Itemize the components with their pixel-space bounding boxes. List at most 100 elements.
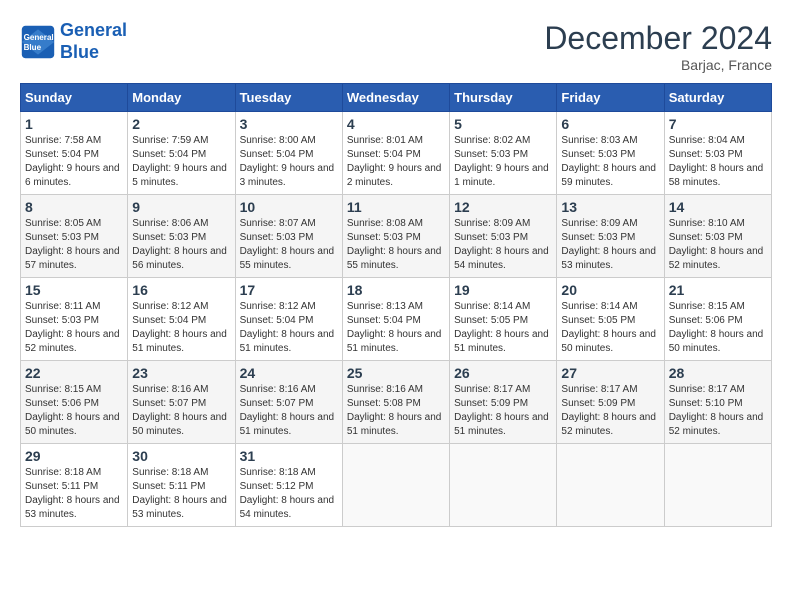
day-number: 11	[347, 199, 445, 215]
calendar-cell: 1 Sunrise: 7:58 AMSunset: 5:04 PMDaylight…	[21, 112, 128, 195]
day-info: Sunrise: 8:15 AMSunset: 5:06 PMDaylight:…	[25, 383, 123, 439]
logo: General Blue General Blue	[20, 20, 127, 63]
calendar-week-row: 15 Sunrise: 8:11 AMSunset: 5:03 PMDayligh…	[21, 278, 772, 361]
day-info: Sunrise: 8:13 AMSunset: 5:04 PMDaylight:…	[347, 300, 445, 356]
calendar-cell: 28 Sunrise: 8:17 AMSunset: 5:10 PMDayligh…	[664, 361, 771, 444]
calendar-cell: 27 Sunrise: 8:17 AMSunset: 5:09 PMDayligh…	[557, 361, 664, 444]
day-number: 12	[454, 199, 552, 215]
calendar-cell: 26 Sunrise: 8:17 AMSunset: 5:09 PMDayligh…	[450, 361, 557, 444]
calendar-cell: 17 Sunrise: 8:12 AMSunset: 5:04 PMDayligh…	[235, 278, 342, 361]
calendar-cell: 13 Sunrise: 8:09 AMSunset: 5:03 PMDayligh…	[557, 195, 664, 278]
weekday-header-row: SundayMondayTuesdayWednesdayThursdayFrid…	[21, 84, 772, 112]
day-info: Sunrise: 8:09 AMSunset: 5:03 PMDaylight:…	[561, 217, 659, 273]
day-number: 25	[347, 365, 445, 381]
day-info: Sunrise: 8:06 AMSunset: 5:03 PMDaylight:…	[132, 217, 230, 273]
weekday-header-friday: Friday	[557, 84, 664, 112]
day-info: Sunrise: 8:16 AMSunset: 5:07 PMDaylight:…	[132, 383, 230, 439]
calendar-cell	[450, 444, 557, 527]
calendar-cell: 16 Sunrise: 8:12 AMSunset: 5:04 PMDayligh…	[128, 278, 235, 361]
day-number: 28	[669, 365, 767, 381]
day-info: Sunrise: 8:01 AMSunset: 5:04 PMDaylight:…	[347, 134, 445, 190]
day-info: Sunrise: 8:04 AMSunset: 5:03 PMDaylight:…	[669, 134, 767, 190]
calendar-cell	[342, 444, 449, 527]
calendar-table: SundayMondayTuesdayWednesdayThursdayFrid…	[20, 83, 772, 527]
weekday-header-thursday: Thursday	[450, 84, 557, 112]
day-number: 29	[25, 448, 123, 464]
day-info: Sunrise: 8:18 AMSunset: 5:11 PMDaylight:…	[132, 466, 230, 522]
calendar-cell: 20 Sunrise: 8:14 AMSunset: 5:05 PMDayligh…	[557, 278, 664, 361]
weekday-header-sunday: Sunday	[21, 84, 128, 112]
day-number: 13	[561, 199, 659, 215]
day-number: 3	[240, 116, 338, 132]
calendar-cell: 14 Sunrise: 8:10 AMSunset: 5:03 PMDayligh…	[664, 195, 771, 278]
day-info: Sunrise: 8:10 AMSunset: 5:03 PMDaylight:…	[669, 217, 767, 273]
day-number: 7	[669, 116, 767, 132]
calendar-cell: 9 Sunrise: 8:06 AMSunset: 5:03 PMDaylight…	[128, 195, 235, 278]
month-title: December 2024	[544, 20, 772, 57]
day-info: Sunrise: 8:16 AMSunset: 5:08 PMDaylight:…	[347, 383, 445, 439]
weekday-header-monday: Monday	[128, 84, 235, 112]
calendar-week-row: 22Sunrise: 8:15 AMSunset: 5:06 PMDayligh…	[21, 361, 772, 444]
day-info: Sunrise: 8:07 AMSunset: 5:03 PMDaylight:…	[240, 217, 338, 273]
day-number: 31	[240, 448, 338, 464]
calendar-cell: 15 Sunrise: 8:11 AMSunset: 5:03 PMDayligh…	[21, 278, 128, 361]
day-info: Sunrise: 8:00 AMSunset: 5:04 PMDaylight:…	[240, 134, 338, 190]
day-info: Sunrise: 8:17 AMSunset: 5:09 PMDaylight:…	[454, 383, 552, 439]
day-number: 23	[132, 365, 230, 381]
day-info: Sunrise: 7:59 AMSunset: 5:04 PMDaylight:…	[132, 134, 230, 190]
svg-text:Blue: Blue	[24, 43, 42, 52]
calendar-cell: 5Sunrise: 8:02 AMSunset: 5:03 PMDaylight…	[450, 112, 557, 195]
day-info: Sunrise: 8:14 AMSunset: 5:05 PMDaylight:…	[561, 300, 659, 356]
day-number: 21	[669, 282, 767, 298]
day-number: 20	[561, 282, 659, 298]
day-number: 1	[25, 116, 123, 132]
calendar-cell: 21 Sunrise: 8:15 AMSunset: 5:06 PMDayligh…	[664, 278, 771, 361]
day-info: Sunrise: 8:05 AMSunset: 5:03 PMDaylight:…	[25, 217, 123, 273]
calendar-cell: 31 Sunrise: 8:18 AMSunset: 5:12 PMDayligh…	[235, 444, 342, 527]
day-number: 24	[240, 365, 338, 381]
day-number: 15	[25, 282, 123, 298]
day-info: Sunrise: 8:03 AMSunset: 5:03 PMDaylight:…	[561, 134, 659, 190]
day-number: 16	[132, 282, 230, 298]
calendar-cell: 11Sunrise: 8:08 AMSunset: 5:03 PMDayligh…	[342, 195, 449, 278]
calendar-cell: 10Sunrise: 8:07 AMSunset: 5:03 PMDayligh…	[235, 195, 342, 278]
calendar-cell: 4Sunrise: 8:01 AMSunset: 5:04 PMDaylight…	[342, 112, 449, 195]
day-number: 27	[561, 365, 659, 381]
day-info: Sunrise: 8:12 AMSunset: 5:04 PMDaylight:…	[132, 300, 230, 356]
svg-text:General: General	[24, 33, 54, 42]
day-info: Sunrise: 8:12 AMSunset: 5:04 PMDaylight:…	[240, 300, 338, 356]
calendar-cell: 22Sunrise: 8:15 AMSunset: 5:06 PMDayligh…	[21, 361, 128, 444]
calendar-cell: 23 Sunrise: 8:16 AMSunset: 5:07 PMDayligh…	[128, 361, 235, 444]
day-number: 8	[25, 199, 123, 215]
day-info: Sunrise: 8:18 AMSunset: 5:12 PMDaylight:…	[240, 466, 338, 522]
calendar-week-row: 1 Sunrise: 7:58 AMSunset: 5:04 PMDaylight…	[21, 112, 772, 195]
day-info: Sunrise: 8:02 AMSunset: 5:03 PMDaylight:…	[454, 134, 552, 190]
day-info: Sunrise: 8:17 AMSunset: 5:09 PMDaylight:…	[561, 383, 659, 439]
calendar-cell: 24Sunrise: 8:16 AMSunset: 5:07 PMDayligh…	[235, 361, 342, 444]
calendar-cell: 18Sunrise: 8:13 AMSunset: 5:04 PMDayligh…	[342, 278, 449, 361]
weekday-header-saturday: Saturday	[664, 84, 771, 112]
day-number: 26	[454, 365, 552, 381]
calendar-cell: 29Sunrise: 8:18 AMSunset: 5:11 PMDayligh…	[21, 444, 128, 527]
calendar-week-row: 8 Sunrise: 8:05 AMSunset: 5:03 PMDaylight…	[21, 195, 772, 278]
day-number: 14	[669, 199, 767, 215]
calendar-cell: 19Sunrise: 8:14 AMSunset: 5:05 PMDayligh…	[450, 278, 557, 361]
calendar-cell	[557, 444, 664, 527]
day-info: Sunrise: 7:58 AMSunset: 5:04 PMDaylight:…	[25, 134, 123, 190]
calendar-cell: 12Sunrise: 8:09 AMSunset: 5:03 PMDayligh…	[450, 195, 557, 278]
day-number: 19	[454, 282, 552, 298]
day-info: Sunrise: 8:11 AMSunset: 5:03 PMDaylight:…	[25, 300, 123, 356]
calendar-cell: 30Sunrise: 8:18 AMSunset: 5:11 PMDayligh…	[128, 444, 235, 527]
calendar-week-row: 29 Sunrise: 8:18 AMSunset: 5:11 PMDayligh…	[21, 444, 772, 527]
day-number: 6	[561, 116, 659, 132]
calendar-cell: 2 Sunrise: 7:59 AMSunset: 5:04 PMDaylight…	[128, 112, 235, 195]
title-block: December 2024 Barjac, France	[544, 20, 772, 73]
day-info: Sunrise: 8:15 AMSunset: 5:06 PMDaylight:…	[669, 300, 767, 356]
page-header: General Blue General Blue December 2024 …	[20, 20, 772, 73]
day-number: 2	[132, 116, 230, 132]
calendar-cell: 3 Sunrise: 8:00 AMSunset: 5:04 PMDaylight…	[235, 112, 342, 195]
day-info: Sunrise: 8:17 AMSunset: 5:10 PMDaylight:…	[669, 383, 767, 439]
day-number: 17	[240, 282, 338, 298]
weekday-header-wednesday: Wednesday	[342, 84, 449, 112]
day-number: 9	[132, 199, 230, 215]
